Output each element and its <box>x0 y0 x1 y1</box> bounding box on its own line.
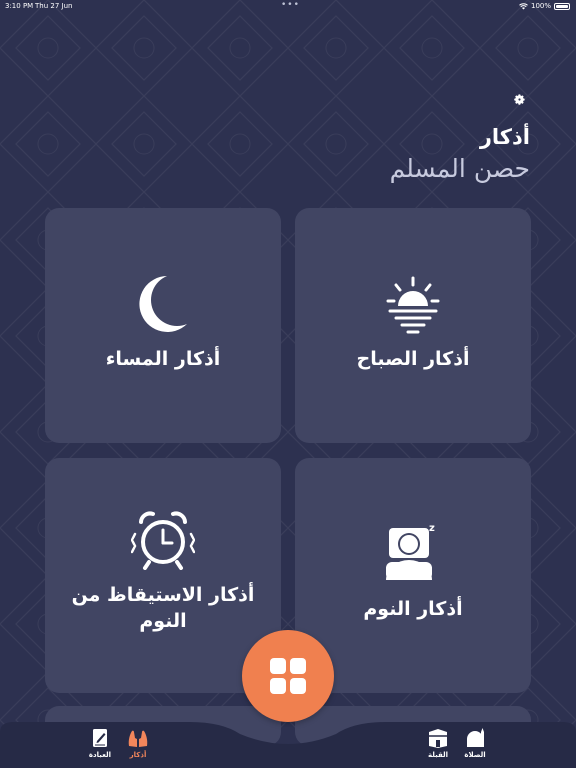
tab-adhkar[interactable]: أذكار <box>118 728 158 759</box>
tab-worship-label: العبادة <box>88 751 112 759</box>
sunrise-icon <box>386 276 440 334</box>
praying-hands-icon <box>128 730 148 747</box>
status-bar: 3:10 PM Thu 27 Jun ••• 100% <box>0 0 576 14</box>
moon-icon <box>139 276 187 332</box>
notebook-icon <box>93 729 107 747</box>
morning-adhkar-label: أذكار الصباح <box>356 348 470 370</box>
menu-fab-button[interactable] <box>242 630 334 722</box>
sleeping-person-icon: z <box>386 523 435 580</box>
status-time: 3:10 PM <box>5 2 34 10</box>
tab-prayer-label: الصلاة <box>464 751 486 759</box>
tab-worship[interactable]: العبادة <box>80 728 120 759</box>
tab-prayer[interactable]: الصلاة <box>455 728 495 759</box>
tab-adhkar-label: أذكار <box>129 751 147 759</box>
sleep-adhkar-label: أذكار النوم <box>363 598 463 620</box>
battery-percent: 100% <box>530 2 551 10</box>
evening-adhkar-card[interactable]: أذكار المساء <box>45 208 281 443</box>
multitasking-dots[interactable]: ••• <box>281 0 300 10</box>
tab-qibla-label: القبلة <box>427 751 449 759</box>
wifi-icon <box>519 2 528 9</box>
tab-qibla[interactable]: القبلة <box>418 728 458 759</box>
page-title: أذكار <box>479 125 530 149</box>
mosque-icon <box>467 728 484 747</box>
battery-icon <box>554 2 570 10</box>
morning-adhkar-card[interactable]: أذكار الصباح <box>295 208 531 443</box>
page-subtitle: حصن المسلم <box>389 154 530 183</box>
gear-icon[interactable] <box>513 93 526 106</box>
svg-text:z: z <box>429 523 435 534</box>
grid-icon <box>270 658 306 694</box>
alarm-clock-icon <box>131 511 195 570</box>
wake-adhkar-label: أذكار الاستيقاظ من النوم <box>71 584 255 632</box>
status-date: Thu 27 Jun <box>35 2 73 10</box>
status-indicators: 100% <box>519 2 570 10</box>
kaaba-icon <box>429 729 447 748</box>
evening-adhkar-label: أذكار المساء <box>105 348 221 370</box>
